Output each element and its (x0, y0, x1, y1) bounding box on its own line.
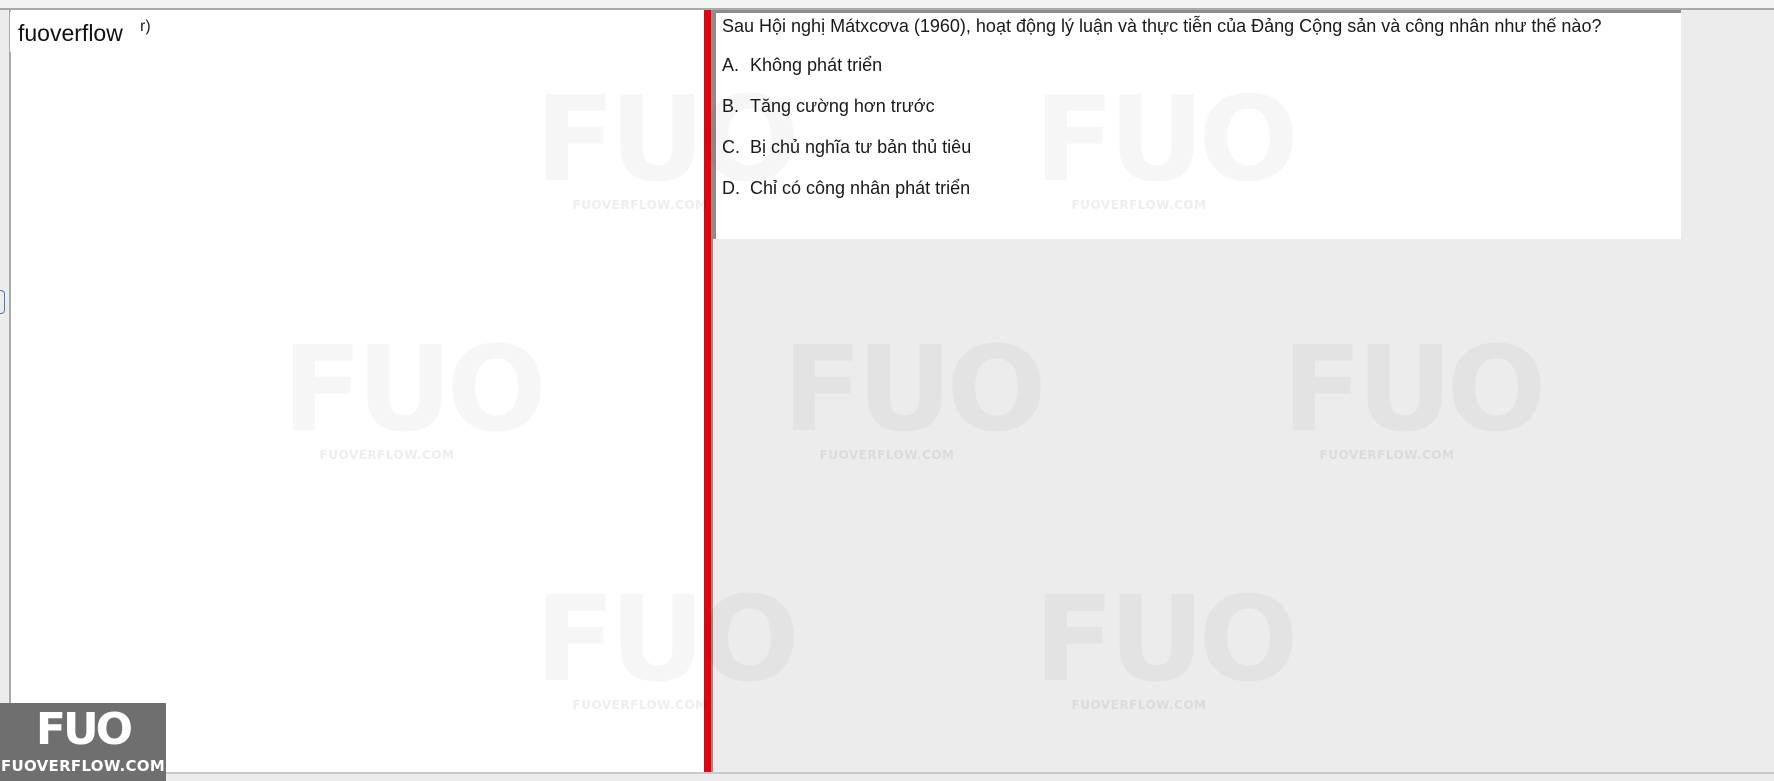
question-panel: Sau Hội nghị Mátxcơva (1960), hoạt động … (713, 10, 1681, 239)
option-d: D. Chỉ có công nhân phát triển (722, 178, 970, 199)
option-c: C. Bị chủ nghĩa tư bản thủ tiêu (722, 137, 971, 158)
option-letter: C. (722, 137, 740, 157)
option-a: A. Không phát triển (722, 55, 882, 76)
option-text: Tăng cường hơn trước (750, 96, 935, 116)
corner-logo-site: FUOVERFLOW.COM (0, 757, 166, 775)
option-letter: D. (722, 178, 740, 198)
brand-label: fuoverflow (18, 20, 123, 46)
window-top-border (0, 0, 1774, 10)
option-text: Bị chủ nghĩa tư bản thủ tiêu (750, 137, 972, 157)
option-text: Chỉ có công nhân phát triển (750, 178, 971, 198)
option-letter: B. (722, 96, 740, 116)
corner-logo: FUO FUOVERFLOW.COM (0, 703, 166, 781)
edge-handle[interactable] (0, 290, 5, 314)
window-bottom-border (0, 772, 1774, 781)
option-b: B. Tăng cường hơn trước (722, 96, 935, 117)
left-pane (9, 10, 705, 772)
question-text: Sau Hội nghị Mátxcơva (1960), hoạt động … (722, 16, 1602, 36)
truncated-text-fragment: r) (140, 18, 151, 35)
option-text: Không phát triển (750, 55, 883, 75)
option-letter: A. (722, 55, 740, 75)
pane-splitter[interactable] (704, 10, 711, 774)
corner-logo-mark: FUO (35, 704, 133, 755)
